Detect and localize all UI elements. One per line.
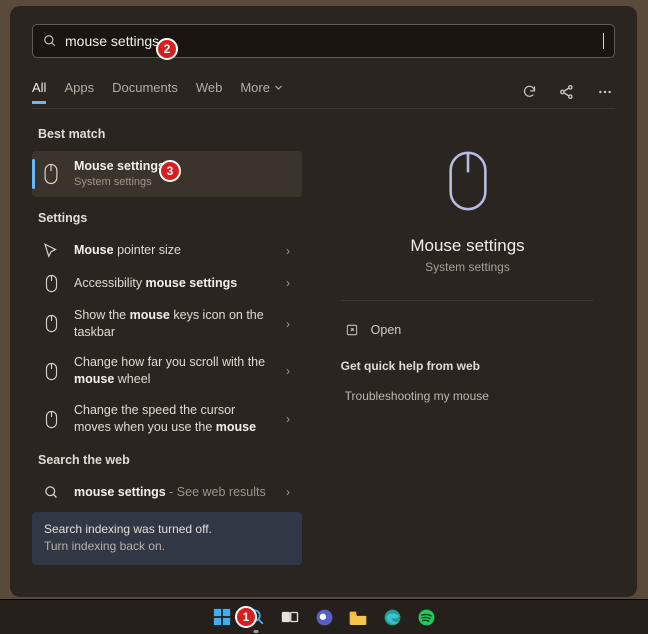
section-settings: Settings [38, 211, 302, 225]
indexing-notice[interactable]: Search indexing was turned off. Turn ind… [32, 512, 302, 565]
result-text: Mouse settings System settings [74, 158, 294, 190]
preview-icon [442, 147, 494, 220]
result-text: Change how far you scroll with the mouse… [74, 354, 274, 388]
teams-icon [315, 608, 334, 627]
settings-result[interactable]: Show the mouse keys icon on the taskbar … [32, 300, 302, 348]
share-icon [559, 84, 575, 100]
web-result[interactable]: mouse settings - See web results › [32, 477, 302, 508]
preview-pane: Mouse settings System settings Open Get … [320, 123, 615, 597]
result-text: Show the mouse keys icon on the taskbar [74, 307, 274, 341]
windows-icon [213, 608, 231, 626]
chevron-right-icon: › [286, 244, 290, 258]
settings-result[interactable]: Change the speed the cursor moves when y… [32, 395, 302, 443]
taskbar-teams[interactable] [312, 605, 336, 629]
troubleshoot-link[interactable]: Troubleshooting my mouse [341, 383, 595, 409]
quick-help-label: Get quick help from web [341, 359, 595, 373]
open-action[interactable]: Open [341, 317, 595, 343]
tab-all[interactable]: All [32, 80, 46, 104]
settings-result[interactable]: Accessibility mouse settings › [32, 267, 302, 300]
search-box[interactable]: mouse settings [32, 24, 615, 58]
search-icon [43, 34, 57, 48]
notice-line1: Search indexing was turned off. [44, 521, 290, 538]
section-best-match: Best match [38, 127, 302, 141]
divider [341, 300, 595, 301]
chevron-right-icon: › [286, 317, 290, 331]
tabs-actions [519, 82, 615, 102]
taskbar-spotify[interactable] [414, 605, 438, 629]
edge-icon [383, 608, 402, 627]
mouse-icon [40, 410, 62, 429]
start-button[interactable] [210, 605, 234, 629]
tab-documents[interactable]: Documents [112, 80, 178, 104]
chevron-right-icon: › [286, 485, 290, 499]
search-icon [40, 485, 62, 500]
pointer-icon [40, 242, 62, 260]
task-view[interactable] [278, 605, 302, 629]
chevron-right-icon: › [286, 276, 290, 290]
open-icon [345, 323, 359, 337]
section-web: Search the web [38, 453, 302, 467]
tab-more[interactable]: More [240, 80, 283, 104]
tab-web[interactable]: Web [196, 80, 223, 104]
annotation-2: 2 [156, 38, 178, 60]
ellipsis-icon [597, 84, 613, 100]
mouse-icon [40, 274, 62, 293]
result-text: Mouse pointer size [74, 242, 274, 259]
result-text: mouse settings - See web results [74, 484, 274, 501]
mouse-icon [40, 314, 62, 333]
taskbar-explorer[interactable] [346, 605, 370, 629]
settings-result[interactable]: Change how far you scroll with the mouse… [32, 347, 302, 395]
notice-line2: Turn indexing back on. [44, 538, 290, 555]
taskbar [0, 599, 648, 634]
spotify-icon [417, 608, 436, 627]
annotation-3: 3 [159, 160, 181, 182]
taskview-icon [281, 608, 299, 626]
chevron-right-icon: › [286, 412, 290, 426]
result-text: Change the speed the cursor moves when y… [74, 402, 274, 436]
mouse-icon [40, 362, 62, 381]
preview-title: Mouse settings [410, 236, 524, 256]
search-input[interactable]: mouse settings [65, 33, 602, 49]
filter-tabs: All Apps Documents Web More [32, 80, 283, 104]
result-text: Accessibility mouse settings [74, 275, 274, 292]
content-area: Best match Mouse settings System setting… [32, 123, 615, 597]
results-column: Best match Mouse settings System setting… [32, 123, 302, 597]
share-button[interactable] [557, 82, 577, 102]
chevron-right-icon: › [286, 364, 290, 378]
tabs-row: All Apps Documents Web More [32, 75, 615, 109]
annotation-1: 1 [235, 606, 257, 628]
refresh-icon [522, 84, 537, 99]
settings-result[interactable]: Mouse pointer size › [32, 235, 302, 267]
chevron-down-icon [274, 83, 283, 92]
mouse-icon [40, 163, 62, 185]
folder-icon [348, 609, 368, 626]
text-caret [603, 33, 604, 49]
refresh-button[interactable] [519, 82, 539, 102]
tab-apps[interactable]: Apps [64, 80, 94, 104]
search-panel: mouse settings All Apps Documents Web Mo… [10, 6, 637, 597]
mouse-icon [442, 147, 494, 215]
preview-subtitle: System settings [425, 260, 510, 274]
taskbar-edge[interactable] [380, 605, 404, 629]
more-button[interactable] [595, 82, 615, 102]
search-row: mouse settings [32, 24, 615, 58]
